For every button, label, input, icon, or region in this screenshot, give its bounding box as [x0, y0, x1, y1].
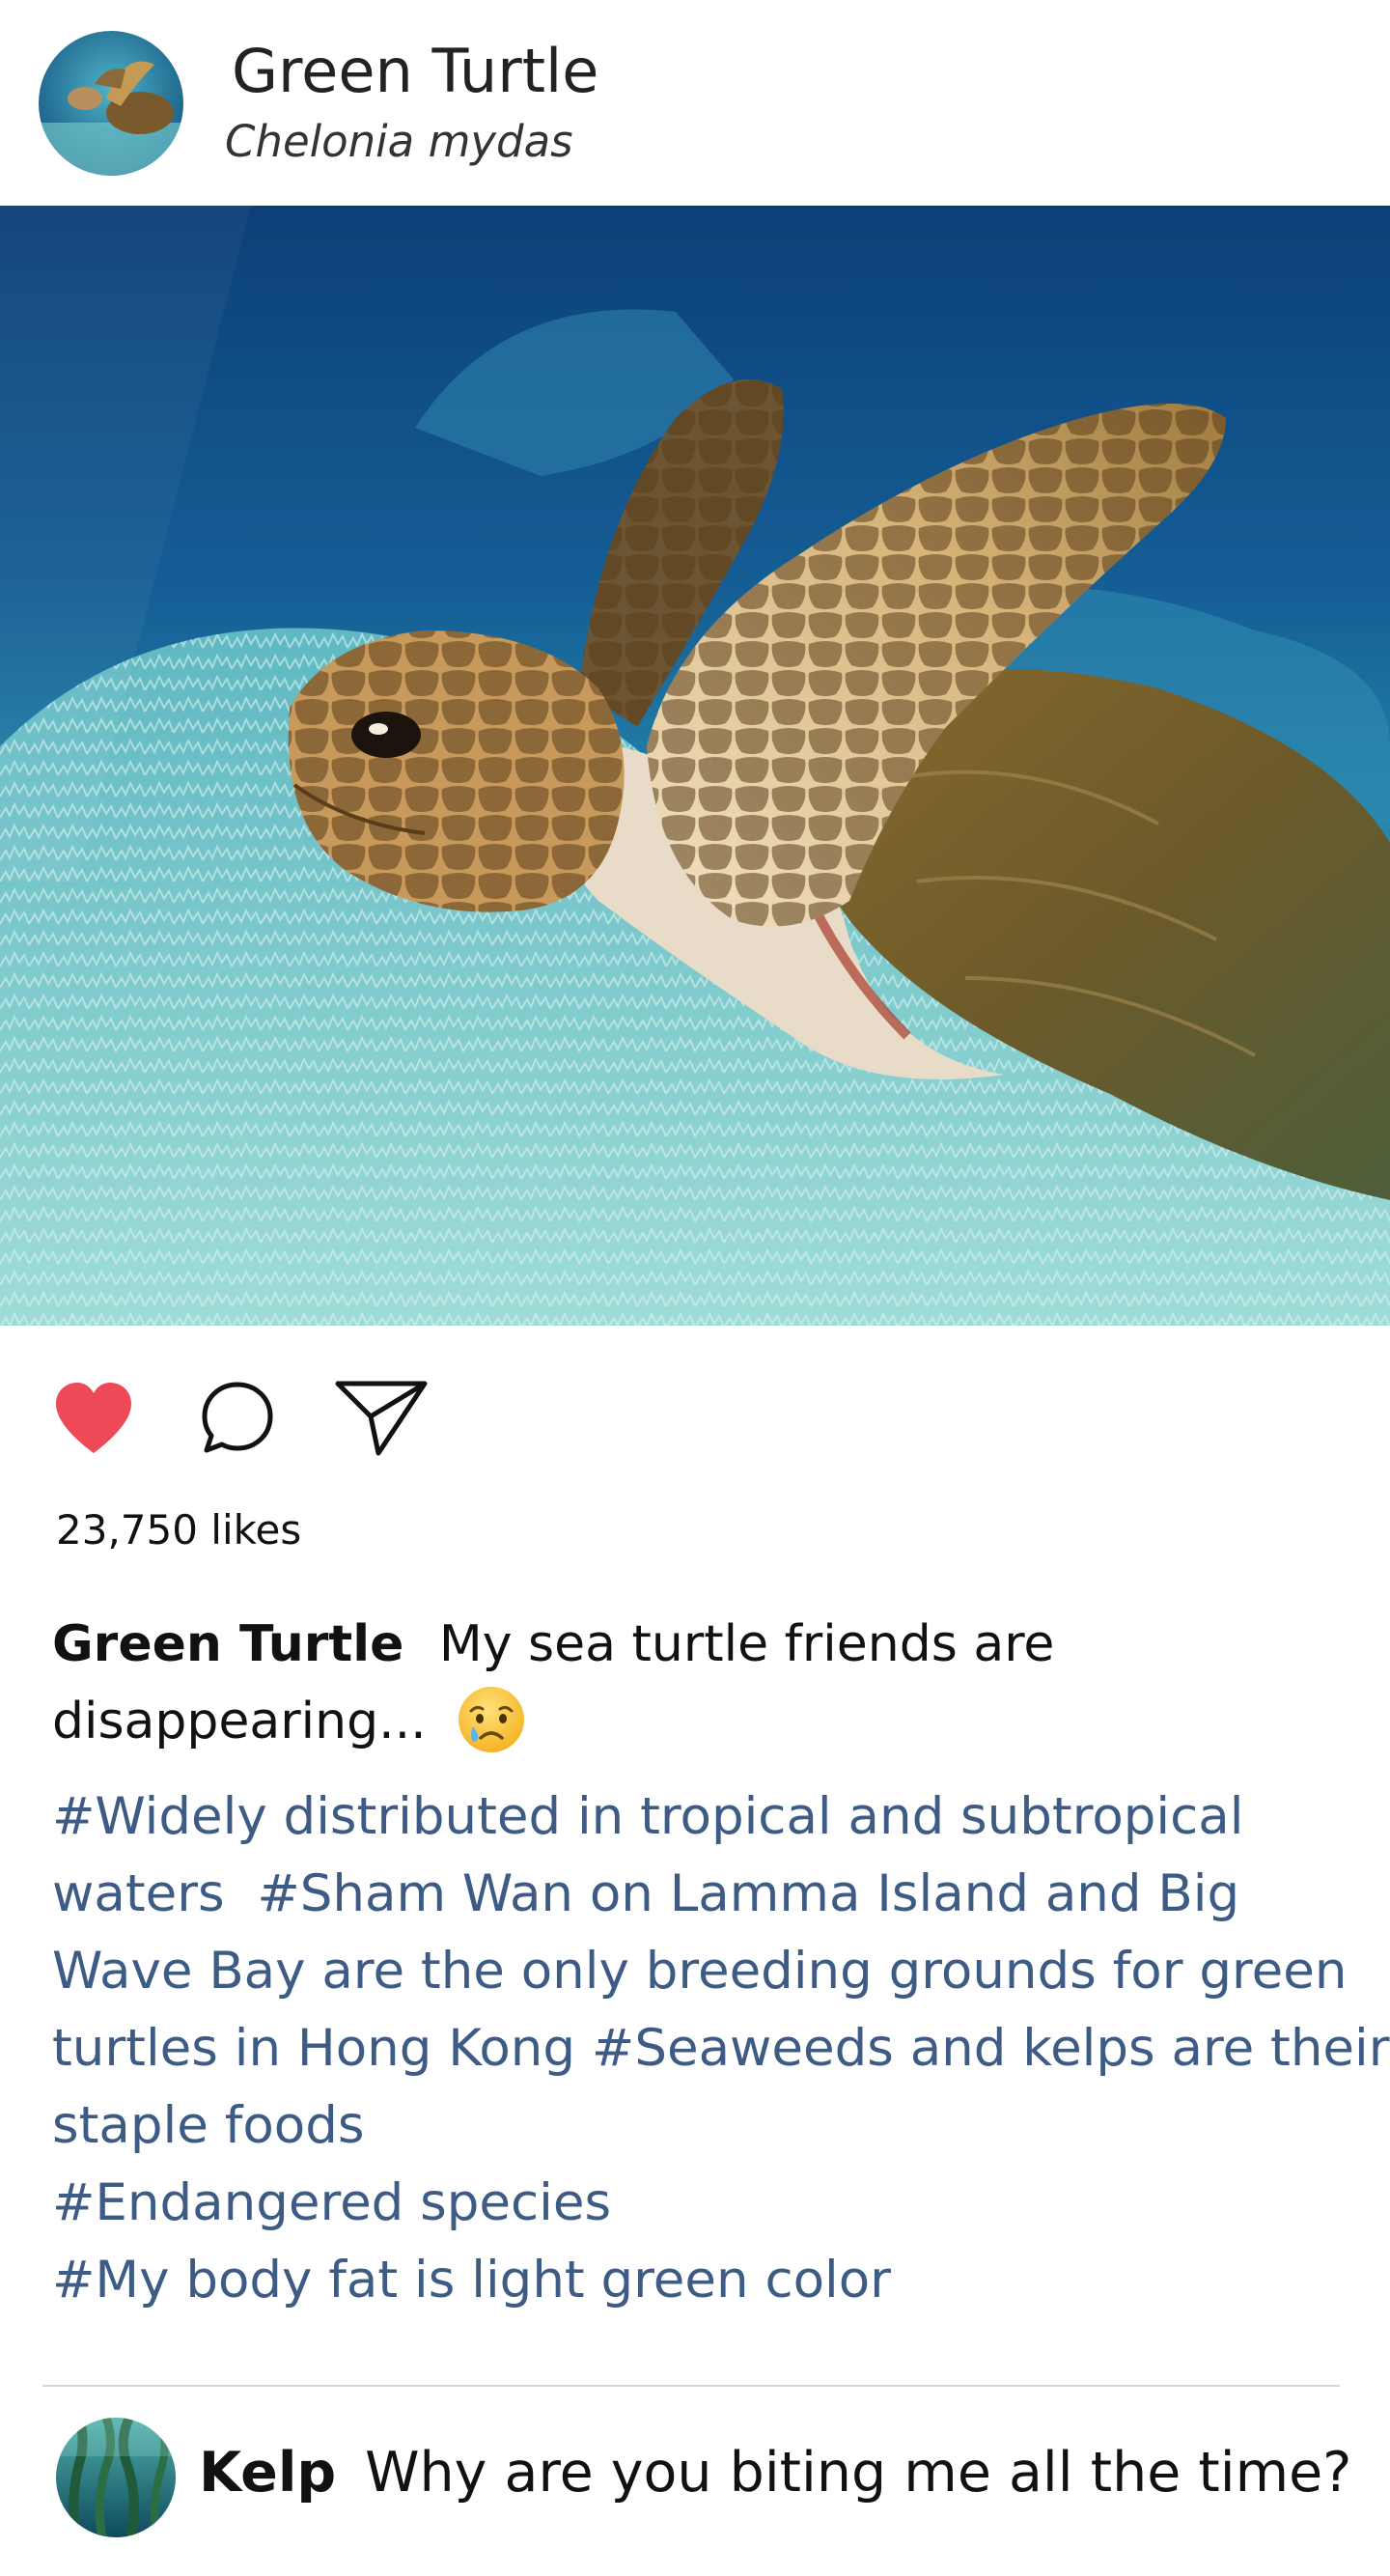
likes-count[interactable]: 23,750 likes	[56, 1506, 301, 1554]
post-caption: Green Turtle My sea turtle friends are d…	[52, 1606, 1384, 1760]
heart-icon	[56, 1383, 131, 1453]
comment-text: Kelp Why are you biting me all the time?	[199, 2441, 1351, 2505]
crying-face-icon	[456, 1684, 527, 1755]
commenter-avatar[interactable]	[56, 2418, 176, 2537]
comment-button[interactable]	[199, 1380, 276, 1457]
send-icon	[335, 1381, 428, 1456]
hashtag-list: #Widely distributed in tropical and subt…	[52, 1778, 1390, 2319]
profile-avatar[interactable]	[39, 31, 183, 176]
comment-row: Kelp Why are you biting me all the time?	[0, 2404, 1390, 2576]
comment-icon	[202, 1382, 273, 1453]
hashtag[interactable]: #My body fat is light green color	[52, 2251, 891, 2310]
share-button[interactable]	[334, 1378, 429, 1457]
caption-author[interactable]: Green Turtle	[52, 1615, 403, 1673]
comment-body: Why are you biting me all the time?	[365, 2441, 1352, 2505]
like-button[interactable]	[52, 1380, 135, 1457]
hashtag[interactable]: #Endangered species	[52, 2173, 611, 2232]
post-photo[interactable]	[0, 206, 1390, 1326]
turtle-avatar-icon	[39, 31, 183, 176]
kelp-avatar-icon	[56, 2418, 176, 2537]
profile-subtitle: Chelonia mydas	[225, 116, 573, 167]
action-bar	[0, 1326, 1390, 1480]
sea-turtle-photo	[0, 206, 1390, 1326]
divider	[42, 2385, 1340, 2387]
profile-name[interactable]: Green Turtle	[232, 38, 598, 104]
post-header: Green Turtle Chelonia mydas	[0, 0, 1390, 206]
comment-author[interactable]: Kelp	[199, 2441, 336, 2505]
